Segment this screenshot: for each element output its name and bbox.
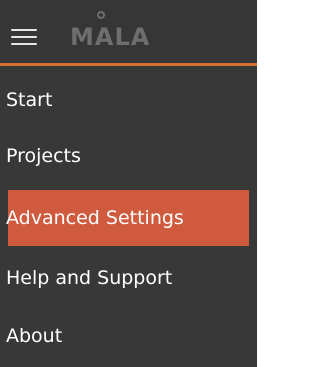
menu-item-start[interactable]: Start [0,72,257,128]
menu-item-label: Start [6,89,53,111]
hamburger-line [11,36,37,38]
app-logo: MALA [70,23,151,51]
navigation-header: MALA [0,0,257,66]
menu-item-about[interactable]: About [0,308,257,364]
menu-item-label: About [6,325,63,347]
menu-item-label: Help and Support [6,267,173,289]
side-navigation-panel: MALA Start Projects Advanced Settings He… [0,0,257,367]
menu-item-label: Advanced Settings [6,207,184,229]
menu-item-help-and-support[interactable]: Help and Support [0,250,257,306]
menu-item-projects[interactable]: Projects [0,128,257,184]
menu-item-advanced-settings[interactable]: Advanced Settings [6,190,249,246]
menu-item-label: Projects [6,145,81,167]
hamburger-line [11,29,37,31]
hamburger-line [11,43,37,45]
hamburger-menu-icon[interactable] [11,27,37,47]
logo-ring-mark [97,11,105,19]
